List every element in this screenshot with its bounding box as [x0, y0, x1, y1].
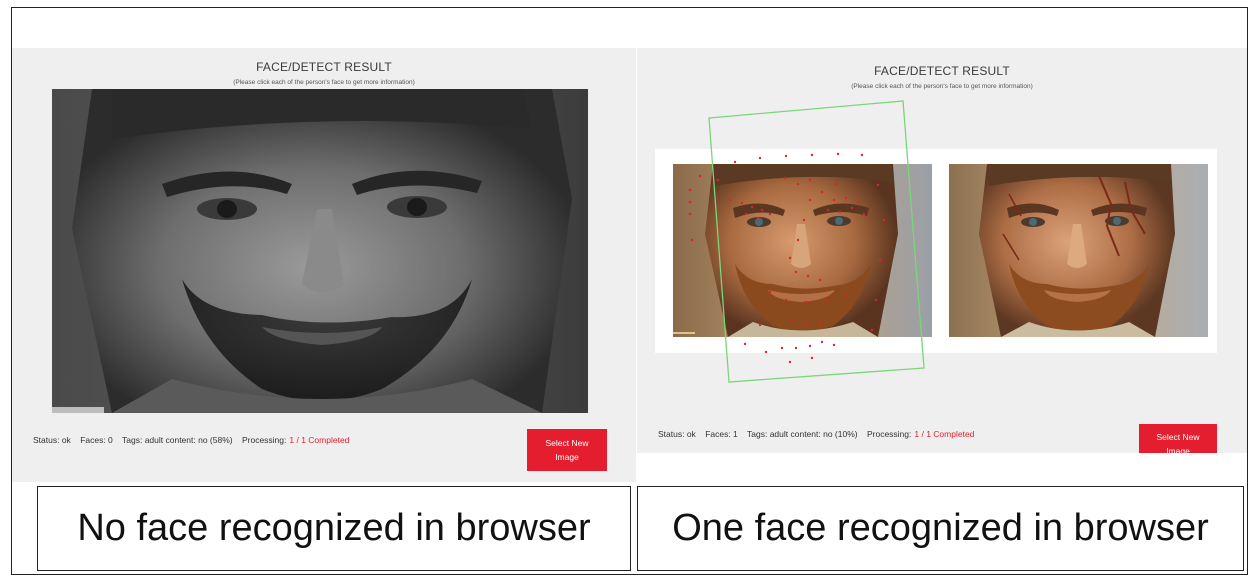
- caption-one-face: One face recognized in browser: [637, 486, 1244, 571]
- tags-text: Tags: adult content: no (58%): [122, 435, 233, 445]
- caption-no-face: No face recognized in browser: [37, 486, 631, 571]
- page-subtitle: (Please click each of the person's face …: [851, 83, 1033, 90]
- status-text: Status: ok: [33, 435, 71, 445]
- processing-label: Processing:: [866, 429, 912, 439]
- tags-text: Tags: adult content: no (10%): [747, 429, 858, 439]
- select-new-image-button[interactable]: Select New Image: [527, 429, 607, 471]
- faces-count: Faces: 1: [705, 429, 738, 439]
- left-result-panel: FACE/DETECT RESULT (Please click each of…: [12, 48, 636, 482]
- faces-count: Faces: 0: [80, 435, 113, 445]
- processing-value: 1 / 1 Completed: [914, 429, 975, 439]
- select-new-image-button[interactable]: Select New Image: [1139, 424, 1217, 453]
- processing-value: 1 / 1 Completed: [289, 435, 350, 445]
- status-row: Status: ok Faces: 0 Tags: adult content:…: [33, 435, 349, 445]
- status-text: Status: ok: [658, 429, 696, 439]
- uploaded-photo-color[interactable]: [673, 164, 932, 337]
- processing-label: Processing:: [241, 435, 287, 445]
- page-title: FACE/DETECT RESULT: [256, 60, 392, 74]
- reference-photo-color[interactable]: [949, 164, 1208, 337]
- uploaded-photo-grayscale[interactable]: [52, 89, 588, 413]
- page-title: FACE/DETECT RESULT: [874, 64, 1010, 78]
- page-subtitle: (Please click each of the person's face …: [233, 79, 415, 86]
- right-result-panel: FACE/DETECT RESULT (Please click each of…: [637, 48, 1247, 453]
- status-row: Status: ok Faces: 1 Tags: adult content:…: [658, 429, 974, 439]
